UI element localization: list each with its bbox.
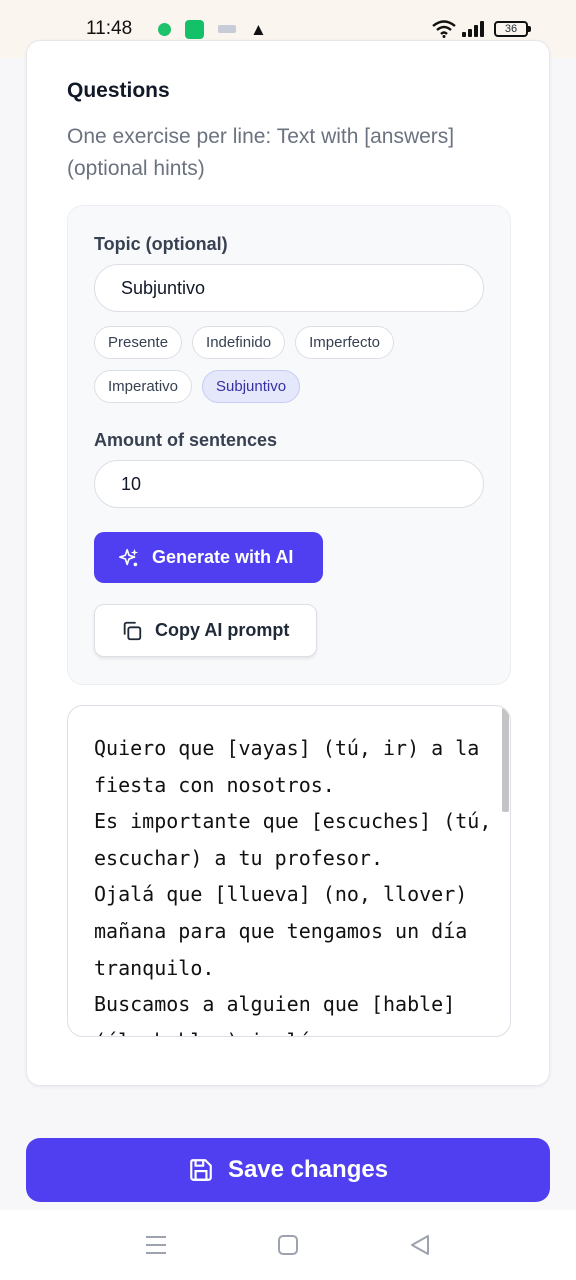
- exercises-text: Quiero que [vayas] (tú, ir) a la fiesta …: [94, 736, 492, 1036]
- chip-subjuntivo[interactable]: Subjuntivo: [202, 370, 301, 403]
- chat-icon: [158, 22, 171, 36]
- topic-label: Topic (optional): [94, 234, 228, 254]
- generate-button-label: Generate with AI: [152, 547, 294, 567]
- questions-card: Questions One exercise per line: Text wi…: [26, 40, 550, 1086]
- topic-chips: Presente Indefinido Imperfecto Imperativ…: [94, 326, 494, 403]
- amount-input[interactable]: 10: [94, 460, 484, 508]
- generate-with-ai-button[interactable]: Generate with AI: [94, 532, 323, 583]
- status-time: 11:48: [86, 18, 133, 39]
- amount-label: Amount of sentences: [94, 430, 278, 450]
- warning-icon: ▲: [250, 19, 267, 39]
- chip-indefinido[interactable]: Indefinido: [192, 326, 286, 359]
- menu-icon[interactable]: [144, 1233, 168, 1257]
- battery-icon: 36: [494, 21, 531, 37]
- status-icons-left: ▲: [158, 19, 267, 39]
- notification-icon: [218, 25, 236, 33]
- battery-saver-icon: [185, 19, 204, 39]
- home-icon[interactable]: [276, 1233, 300, 1257]
- system-nav-bar: [0, 1210, 576, 1280]
- back-icon[interactable]: [408, 1233, 432, 1257]
- sparkles-icon: [119, 548, 139, 566]
- chip-imperfecto[interactable]: Imperfecto: [295, 326, 394, 359]
- topic-input[interactable]: Subjuntivo: [94, 264, 484, 312]
- status-icons-right: 36: [432, 20, 531, 38]
- copy-button-label: Copy AI prompt: [155, 620, 290, 640]
- ai-generator-panel: Topic (optional) Subjuntivo Presente Ind…: [67, 205, 511, 685]
- save-changes-button[interactable]: Save changes: [26, 1138, 550, 1202]
- wifi-icon: [432, 20, 456, 38]
- battery-level: 36: [504, 23, 518, 35]
- textarea-scrollbar[interactable]: [502, 708, 509, 812]
- copy-icon: [123, 621, 142, 640]
- save-icon: [190, 1159, 212, 1181]
- questions-title: Questions: [67, 79, 170, 102]
- questions-description: One exercise per line: Text with [answer…: [67, 125, 455, 180]
- signal-icon: [462, 21, 484, 37]
- chip-presente[interactable]: Presente: [94, 326, 183, 359]
- chip-imperativo[interactable]: Imperativo: [94, 370, 193, 403]
- exercises-textarea[interactable]: Quiero que [vayas] (tú, ir) a la fiesta …: [67, 705, 511, 1037]
- save-button-label: Save changes: [227, 1156, 389, 1183]
- copy-ai-prompt-button[interactable]: Copy AI prompt: [94, 604, 317, 657]
